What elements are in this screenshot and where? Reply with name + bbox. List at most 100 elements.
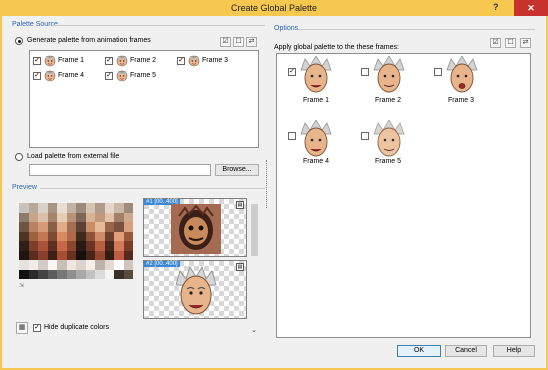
source-frame-2-checkbox[interactable]: ✓ <box>105 57 113 65</box>
palette-swatch <box>66 269 76 279</box>
palette-swatch <box>104 203 114 213</box>
palette-file-input[interactable] <box>29 164 211 176</box>
target-frame-4-checkbox[interactable] <box>288 132 296 140</box>
palette-swatch <box>123 250 133 260</box>
palette-swatch <box>85 250 95 260</box>
source-frame-4-checkbox[interactable]: ✓ <box>33 72 41 80</box>
palette-swatch <box>114 222 124 232</box>
target-frame-3-checkbox[interactable] <box>434 68 442 76</box>
palette-swatch <box>104 241 114 251</box>
palette-swatch <box>114 212 124 222</box>
source-frames-list <box>29 50 259 148</box>
palette-swatch <box>19 260 29 270</box>
generate-palette-radio[interactable] <box>15 37 23 45</box>
palette-swatch <box>104 222 114 232</box>
generate-palette-label: Generate palette from animation frames <box>27 37 151 44</box>
uncheck-all-icon[interactable]: ☐ <box>233 37 244 47</box>
close-button[interactable]: ✕ <box>514 0 548 16</box>
palette-swatch <box>47 269 57 279</box>
options-check-all-icon[interactable]: ☑ <box>490 38 501 48</box>
target-frame-2-checkbox[interactable] <box>361 68 369 76</box>
palette-swatch <box>47 260 57 270</box>
invert-selection-icon[interactable]: ⇄ <box>246 37 257 47</box>
palette-swatch <box>38 241 48 251</box>
target-frame-1-checkbox[interactable]: ✓ <box>288 68 296 76</box>
source-frame-5-label: Frame 5 <box>130 72 157 79</box>
palette-swatch <box>47 212 57 222</box>
browse-button[interactable]: Browse... <box>215 164 259 176</box>
thumbnail-1-menu-icon[interactable]: ▤ <box>236 201 244 209</box>
palette-swatch <box>28 260 38 270</box>
target-frame-5-checkbox[interactable] <box>361 132 369 140</box>
window-title: Create Global Palette <box>230 3 318 13</box>
thumbnail-scroll-thumb[interactable] <box>251 204 258 256</box>
target-frame-1-label: Frame 1 <box>302 97 330 104</box>
palette-swatch <box>76 241 86 251</box>
options-invert-icon[interactable]: ⇄ <box>520 38 531 48</box>
source-frame-5-checkbox[interactable]: ✓ <box>105 72 113 80</box>
palette-swatch <box>76 250 86 260</box>
palette-swatch <box>104 260 114 270</box>
target-frame-4-thumbnail-icon[interactable] <box>299 120 333 158</box>
options-uncheck-all-icon[interactable]: ☐ <box>505 38 516 48</box>
palette-swatch <box>19 231 29 241</box>
palette-swatch <box>38 231 48 241</box>
palette-swatch <box>123 260 133 270</box>
target-frame-3-thumbnail-icon[interactable] <box>445 56 479 94</box>
load-palette-radio[interactable] <box>15 153 23 161</box>
palette-swatch <box>19 241 29 251</box>
target-frame-1-thumbnail-icon[interactable] <box>299 56 333 94</box>
palette-swatch <box>76 203 86 213</box>
palette-swatch <box>76 222 86 232</box>
palette-swatch <box>28 222 38 232</box>
palette-swatch <box>57 269 67 279</box>
target-frame-2-thumbnail-icon[interactable] <box>372 56 406 94</box>
palette-swatch <box>19 250 29 260</box>
palette-options-icon[interactable]: ▦ <box>16 322 28 334</box>
scroll-down-icon[interactable]: ⌄ <box>251 326 257 334</box>
thumbnail-2-menu-icon[interactable]: ▤ <box>236 263 244 271</box>
palette-swatch <box>28 269 38 279</box>
preview-thumbnail-2[interactable]: #2 [00..400] ▤ <box>143 260 247 319</box>
palette-resize-icon[interactable]: ⇲ <box>19 282 24 289</box>
palette-swatch <box>76 231 86 241</box>
palette-swatch <box>19 203 29 213</box>
palette-swatch <box>47 250 57 260</box>
panel-splitter[interactable] <box>266 160 268 208</box>
thumbnail-2-image <box>175 266 217 315</box>
palette-swatch <box>66 212 76 222</box>
palette-swatch <box>57 260 67 270</box>
help-button[interactable]: Help <box>493 345 535 357</box>
palette-swatch <box>66 203 76 213</box>
target-frames-list <box>276 53 531 338</box>
palette-swatch <box>76 260 86 270</box>
thumbnail-scrollbar[interactable] <box>250 198 259 324</box>
hide-duplicates-checkbox[interactable]: ✓ <box>33 324 41 332</box>
palette-swatch <box>38 260 48 270</box>
preview-thumbnail-1[interactable]: #1 [00..400] ▤ <box>143 198 247 257</box>
source-frame-2-label: Frame 2 <box>130 57 157 64</box>
palette-swatch <box>95 203 105 213</box>
palette-swatch <box>57 241 67 251</box>
palette-swatch <box>95 269 105 279</box>
apply-frames-label: Apply global palette to the these frames… <box>274 44 399 51</box>
palette-swatch <box>57 212 67 222</box>
palette-swatch <box>114 269 124 279</box>
target-frame-5-thumbnail-icon[interactable] <box>372 120 406 158</box>
palette-swatch <box>38 212 48 222</box>
palette-swatch <box>95 260 105 270</box>
options-divider <box>298 29 535 30</box>
source-frame-3-checkbox[interactable]: ✓ <box>177 57 185 65</box>
palette-swatch <box>114 241 124 251</box>
check-all-icon[interactable]: ☑ <box>220 37 231 47</box>
target-frame-5-label: Frame 5 <box>374 158 402 165</box>
palette-source-divider <box>52 25 265 26</box>
target-frame-4-label: Frame 4 <box>302 158 330 165</box>
cancel-button[interactable]: Cancel <box>445 345 487 357</box>
palette-swatch <box>66 260 76 270</box>
palette-swatch <box>47 241 57 251</box>
palette-swatch <box>38 250 48 260</box>
source-frame-1-checkbox[interactable]: ✓ <box>33 57 41 65</box>
help-title-button[interactable]: ? <box>493 2 499 12</box>
ok-button[interactable]: OK <box>397 345 441 357</box>
